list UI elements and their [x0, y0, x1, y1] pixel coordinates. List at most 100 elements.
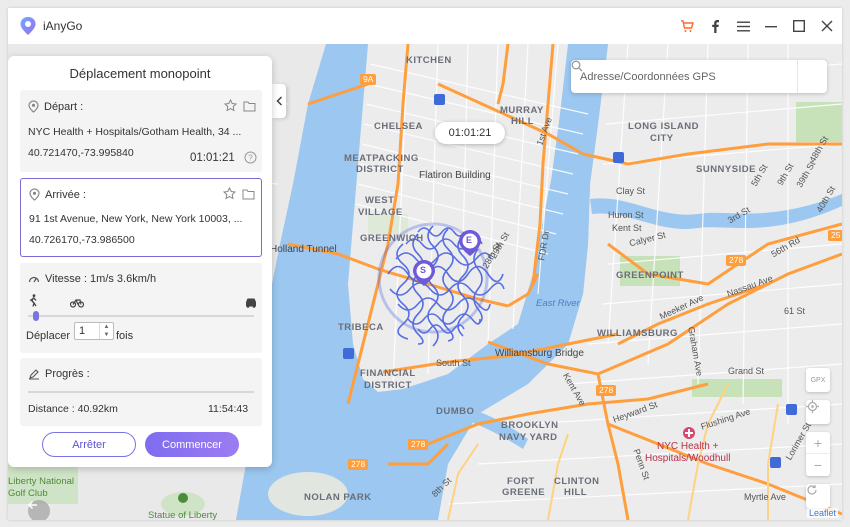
search-icon[interactable] [571, 60, 827, 93]
pencil-icon [29, 369, 39, 380]
map-label: DISTRICT [356, 164, 404, 175]
facebook-icon[interactable] [708, 19, 722, 33]
minimize-icon[interactable] [764, 19, 778, 33]
arrow-left-icon [28, 500, 37, 510]
stepper-down-icon[interactable]: ▼ [100, 331, 113, 339]
back-button[interactable] [28, 500, 50, 520]
speed-slider-track[interactable] [28, 315, 254, 317]
reset-button[interactable] [806, 484, 830, 508]
repeat-input[interactable] [75, 323, 99, 339]
refresh-icon [807, 485, 817, 495]
map-label: Kent St [612, 223, 642, 233]
map-label: CITY [650, 133, 674, 144]
chevron-left-icon [275, 96, 282, 106]
route-shield: 278 [726, 255, 747, 266]
map-label: Grand St [728, 366, 765, 376]
start-label: Départ : [44, 100, 84, 113]
locate-button[interactable] [806, 400, 830, 424]
svg-text:?: ? [248, 154, 253, 163]
menu-icon[interactable] [736, 19, 750, 33]
car-icon[interactable] [244, 295, 258, 313]
hospital-icon [683, 427, 695, 439]
arrival-card[interactable]: Arrivée : 91 1st Avenue, New York, New Y… [20, 178, 262, 257]
app-title: iAnyGo [43, 19, 83, 33]
stepper-up-icon[interactable]: ▲ [100, 323, 113, 331]
map-label: South St [436, 358, 471, 368]
map-label: FINANCIAL [360, 368, 416, 379]
map-label: NYC Health + [657, 441, 719, 452]
map-label: GREENPOINT [616, 270, 684, 281]
arrival-address: 91 1st Avenue, New York, New York 10003,… [29, 213, 243, 225]
cart-icon[interactable] [680, 19, 694, 33]
map-label: Clay St [616, 186, 646, 196]
progress-card: Progrès : Distance : 40.92km 11:54:43 [20, 358, 262, 426]
star-icon[interactable] [223, 187, 236, 200]
progress-distance: Distance : 40.92km [28, 403, 118, 415]
leaflet-attribution[interactable]: Leaflet [806, 508, 838, 518]
route-shield: 25 [828, 230, 842, 241]
zoom-out-button[interactable]: − [806, 454, 830, 476]
map-label: Golf Club [8, 488, 48, 499]
walk-icon[interactable] [28, 294, 39, 312]
stop-button[interactable]: Arrêter [42, 432, 136, 457]
zoom-control: + − [806, 432, 830, 476]
route-panel: Déplacement monopoint Départ : NYC Healt… [8, 56, 272, 467]
start-button[interactable]: Commencer [145, 432, 239, 457]
map-label: CHELSEA [374, 121, 423, 132]
speedometer-icon [28, 276, 40, 283]
map-label: DUMBO [436, 406, 475, 417]
end-marker-label: E [466, 235, 473, 245]
folder-icon[interactable] [242, 187, 255, 200]
map-label: NOLAN PARK [304, 492, 372, 503]
map-label: BROOKLYN [501, 420, 559, 431]
map-label: Huron St [608, 210, 644, 220]
search-input[interactable] [571, 60, 797, 93]
repeat-prefix: Déplacer [26, 330, 71, 342]
maximize-icon[interactable] [792, 19, 806, 33]
map-label: WEST [365, 195, 395, 206]
map-label: DISTRICT [364, 380, 412, 391]
progress-bar [28, 391, 254, 393]
map-label: Liberty National [8, 476, 75, 487]
folder-icon[interactable] [243, 99, 256, 112]
star-icon[interactable] [224, 99, 237, 112]
map-label: Williamsburg Bridge [495, 348, 584, 359]
crosshair-icon [806, 400, 819, 413]
location-pin-icon [28, 100, 39, 113]
location-pin-icon [29, 188, 40, 201]
map-label: Holland Tunnel [270, 244, 337, 255]
map-label: HILL [511, 116, 535, 127]
map-label: LONG ISLAND [628, 121, 699, 132]
arrival-coords: 40.726170,-73.986500 [29, 234, 135, 246]
map-label: Hospitals/Woodhull [645, 453, 731, 464]
map-label: HILL [564, 487, 588, 498]
bike-icon[interactable] [69, 295, 85, 313]
gpx-button[interactable]: GPX [806, 368, 830, 392]
repeat-suffix: fois [116, 330, 134, 342]
start-card[interactable]: Départ : NYC Health + Hospitals/Gotham H… [20, 90, 262, 172]
help-icon[interactable]: ? [244, 151, 257, 169]
map-label: TRIBECA [338, 322, 384, 333]
zoom-in-button[interactable]: + [806, 432, 830, 454]
progress-time: 11:54:43 [208, 403, 249, 415]
app-window: iAnyGo KITCHEN CHELSEA MURRAY HILL LONG … [8, 8, 842, 520]
start-time: 01:01:21 [190, 152, 235, 164]
route-shield: 278 [348, 459, 369, 470]
route-shield: 278 [408, 439, 429, 450]
panel-collapse-button[interactable] [272, 84, 286, 118]
map-label: East River [536, 298, 580, 309]
start-address: NYC Health + Hospitals/Gotham Health, 34… [28, 126, 242, 138]
route-shield: 278 [596, 385, 617, 396]
close-icon[interactable] [820, 19, 834, 33]
speed-slider-thumb[interactable] [32, 311, 39, 321]
route-timer: 01:01:21 [435, 122, 505, 144]
map-label: GREENWICH [360, 233, 424, 244]
map-label: MURRAY [500, 105, 544, 116]
start-marker-label: S [420, 265, 427, 275]
repeat-stepper[interactable]: ▲ ▼ [74, 322, 114, 340]
map-label: FORT [507, 476, 535, 487]
start-coords: 40.721470,-73.995840 [28, 147, 134, 159]
map-label: SUNNYSIDE [696, 164, 756, 175]
map-label: VILLAGE [358, 207, 403, 218]
map-label: CLINTON [554, 476, 600, 487]
